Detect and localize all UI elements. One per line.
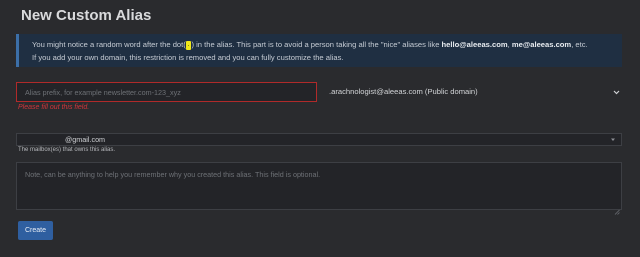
example-alias-1: hello@aleeas.com — [441, 40, 508, 49]
chevron-down-icon — [613, 82, 620, 109]
mailbox-help-text: The mailbox(es) that owns this alias. — [18, 147, 116, 153]
domain-select-value: .arachnologist@aleeas.com (Public domain… — [329, 87, 478, 96]
alias-prefix-input[interactable] — [16, 82, 317, 102]
create-button[interactable]: Create — [18, 221, 53, 240]
mailbox-select-value: @gmail.com — [65, 135, 106, 144]
info-text-part-3: , etc. — [571, 40, 588, 49]
info-line-2: If you add your own domain, this restric… — [32, 53, 344, 62]
info-alert: You might notice a random word after the… — [16, 34, 622, 67]
info-text-part-1: You might notice a random word after the… — [32, 40, 186, 49]
domain-select[interactable]: .arachnologist@aleeas.com (Public domain… — [322, 82, 624, 102]
page-title: New Custom Alias — [21, 7, 152, 24]
example-alias-2: me@aleeas.com — [511, 40, 572, 49]
note-textarea[interactable] — [16, 162, 622, 210]
prefix-error-message: Please fill out this field. — [18, 104, 90, 111]
resize-grip-icon[interactable] — [614, 202, 620, 215]
mailbox-select[interactable]: @gmail.com — [16, 133, 622, 146]
info-text-part-2: ) in the alias. This part is to avoid a … — [191, 40, 442, 49]
info-line-1: You might notice a random word after the… — [32, 40, 588, 50]
caret-down-icon — [610, 134, 616, 150]
